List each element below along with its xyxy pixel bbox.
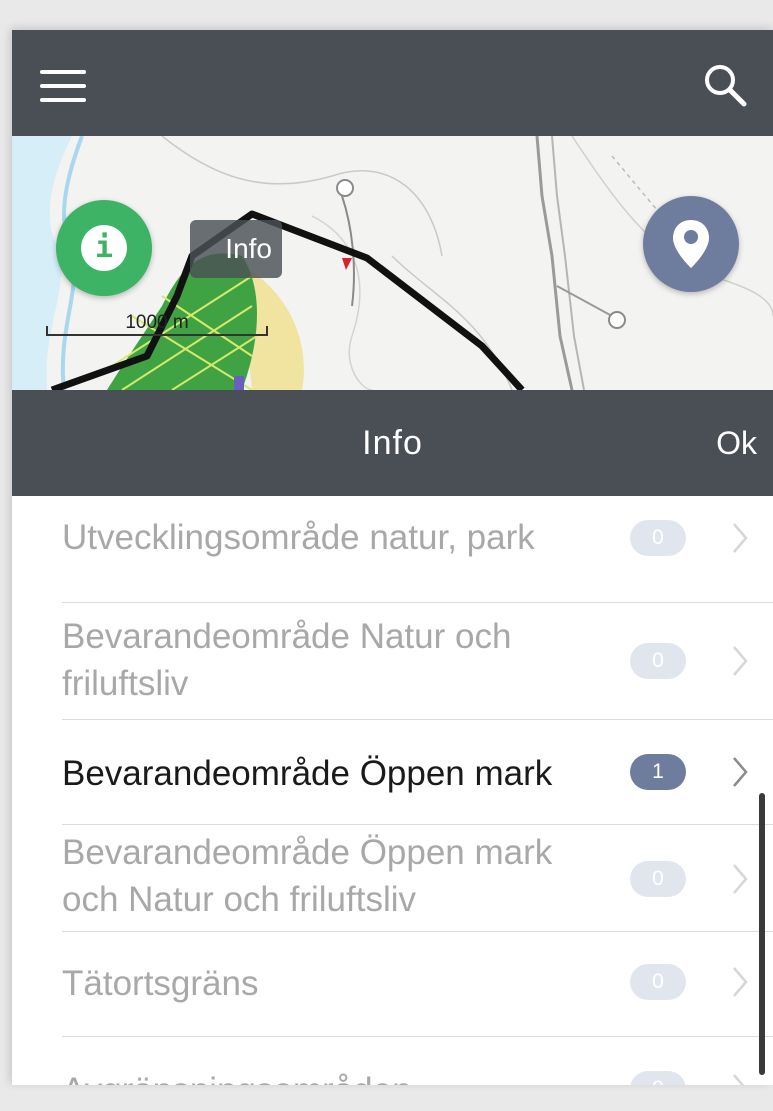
count-badge: 0 <box>630 1071 686 1085</box>
map-scale-bar: 1000 m <box>46 312 268 336</box>
info-button[interactable]: i <box>56 200 152 296</box>
chevron-right-icon <box>733 757 748 787</box>
ok-button[interactable]: Ok <box>716 390 757 496</box>
chevron-right-icon <box>733 1074 745 1085</box>
top-app-bar <box>12 30 773 136</box>
count-badge: 0 <box>630 643 686 679</box>
scale-line <box>46 326 268 336</box>
chevron-right-icon <box>733 523 748 553</box>
app-window: i Info 1000 m Info Ok Utvecklingsområde … <box>12 30 773 1085</box>
list-scrollbar[interactable] <box>759 793 765 1075</box>
list-item-label: Tätortsgräns <box>62 964 259 1003</box>
count-badge: 1 <box>630 754 686 790</box>
list-item[interactable]: Avgränsningsområden 0 <box>62 1037 773 1085</box>
chevron-right-icon <box>733 967 748 997</box>
chevron-right-icon <box>733 864 748 894</box>
chevron-right-icon <box>733 646 748 676</box>
list-item-label: Utvecklingsområde natur, park <box>62 518 535 557</box>
list-item[interactable]: Bevarandeområde Öppen mark 1 <box>62 720 773 825</box>
count-badge: 0 <box>630 520 686 556</box>
info-panel-header: Info Ok <box>12 390 773 496</box>
hamburger-menu-icon[interactable] <box>40 68 88 104</box>
search-icon[interactable] <box>700 60 752 112</box>
info-icon: i <box>81 225 127 271</box>
screen: i Info 1000 m Info Ok Utvecklingsområde … <box>0 0 773 1111</box>
list-item-label: Bevarandeområde Öppen mark <box>62 754 553 793</box>
list-item[interactable]: Utvecklingsområde natur, park 0 <box>62 508 773 603</box>
location-pin-icon <box>673 220 709 268</box>
list-item[interactable]: Bevarandeområde Natur och friluftsliv 0 <box>62 603 773 720</box>
count-badge: 0 <box>630 861 686 897</box>
list-item-label: Bevarandeområde Natur och friluftsliv <box>62 617 512 703</box>
locate-me-button[interactable] <box>643 196 739 292</box>
list-item[interactable]: Bevarandeområde Öppen mark och Natur och… <box>62 825 773 932</box>
info-panel-title: Info <box>362 424 423 462</box>
list-item-label: Avgränsningsområden <box>62 1067 582 1085</box>
info-tooltip: Info <box>190 220 282 278</box>
count-badge: 0 <box>630 964 686 1000</box>
info-list[interactable]: Utvecklingsområde natur, park 0 Bevarand… <box>12 496 773 1085</box>
list-item-label: Bevarandeområde Öppen mark och Natur och… <box>62 833 553 919</box>
list-item[interactable]: Tätortsgräns 0 <box>62 932 773 1037</box>
